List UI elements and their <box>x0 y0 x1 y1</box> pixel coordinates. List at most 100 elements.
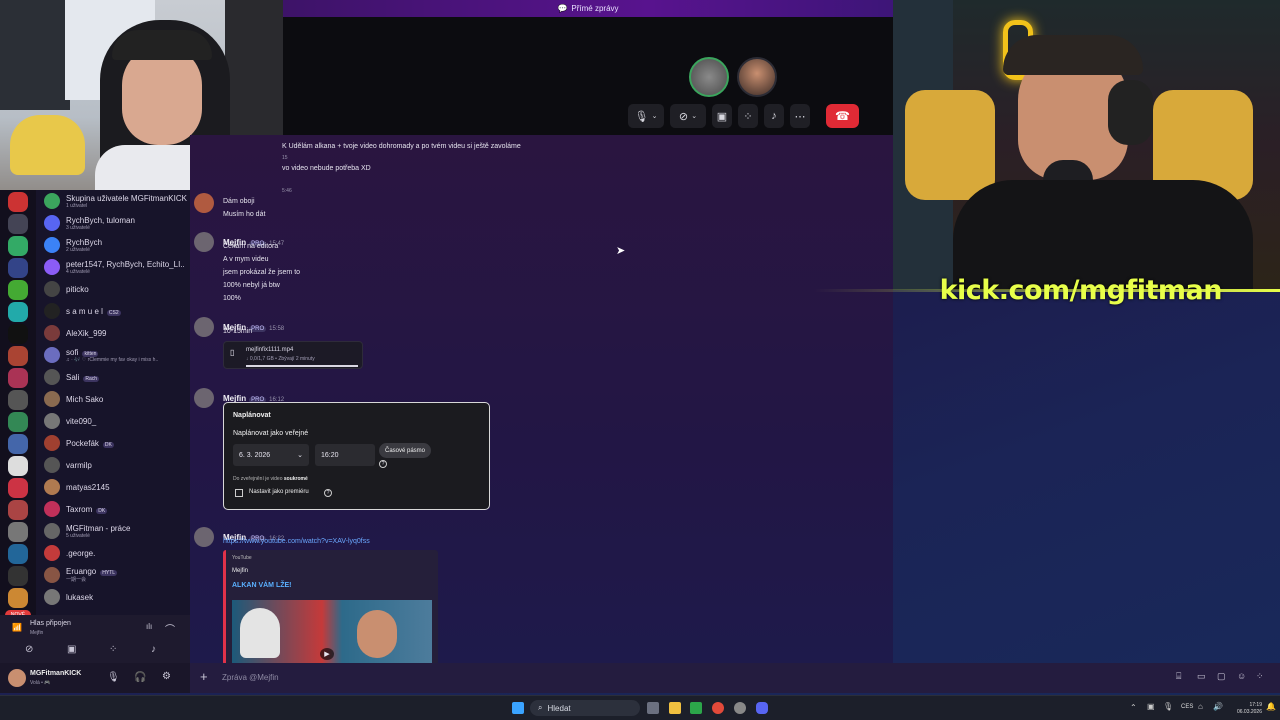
avatar[interactable] <box>194 388 214 408</box>
headphones-icon[interactable]: 🎧 <box>134 672 146 683</box>
dm-item[interactable]: Pockefák DK <box>36 432 190 454</box>
dm-item[interactable]: varmilp <box>36 454 190 476</box>
help-icon[interactable]: ? <box>379 460 387 468</box>
server-icon[interactable] <box>8 412 28 432</box>
dm-item[interactable]: Mich Sako <box>36 388 190 410</box>
dm-item[interactable]: Taxrom DK <box>36 498 190 520</box>
dm-item[interactable]: lukasek <box>36 586 190 608</box>
embed-author[interactable]: Mejfin <box>232 568 248 574</box>
message-input[interactable]: Zpráva @Mejfin <box>222 673 279 682</box>
dm-item[interactable]: s a m u e l CS2 <box>36 300 190 322</box>
network-icon[interactable]: ⌂ <box>1198 702 1203 711</box>
server-icon[interactable] <box>8 258 28 278</box>
voice-status[interactable]: Hlas připojen <box>30 620 71 627</box>
play-icon[interactable]: ▶ <box>320 648 334 660</box>
time-input[interactable]: 16:20 <box>315 444 375 466</box>
tray-mic-icon[interactable]: 🎙 <box>1163 702 1173 711</box>
dm-item[interactable]: piticko <box>36 278 190 300</box>
server-icon[interactable] <box>8 346 28 366</box>
server-icon[interactable] <box>8 368 28 388</box>
server-icon[interactable] <box>8 192 28 212</box>
server-icon[interactable] <box>8 456 28 476</box>
server-icon[interactable] <box>8 324 28 344</box>
avatar[interactable] <box>194 527 214 547</box>
more-button[interactable]: ⋯ <box>790 104 810 128</box>
dm-item[interactable]: Skupina uživatele MGFitmanKICK 1 uživatel <box>36 190 190 212</box>
chrome-icon[interactable] <box>712 702 724 714</box>
gear-icon[interactable]: ⚙ <box>162 671 171 682</box>
tray-chevron-icon[interactable]: ⌃ <box>1130 703 1137 712</box>
gif-icon[interactable]: ▭ <box>1197 671 1206 682</box>
server-icon[interactable] <box>8 214 28 234</box>
camera-icon[interactable]: ⊘ <box>25 644 33 655</box>
notification-icon[interactable]: 🔔 <box>1266 702 1276 711</box>
dm-item[interactable]: .george. <box>36 542 190 564</box>
server-icon[interactable] <box>8 280 28 300</box>
start-icon[interactable] <box>512 702 524 714</box>
server-icon[interactable] <box>8 588 28 608</box>
dm-item[interactable]: sofi kitten ♫ · 🎶 ♡ rClemmie my fav okay i… <box>36 344 190 366</box>
call-avatar-2[interactable] <box>737 57 777 97</box>
dm-item[interactable]: AleXik_999 <box>36 322 190 344</box>
sticker-icon[interactable]: ▢ <box>1217 671 1226 682</box>
language-indicator[interactable]: CES <box>1181 704 1193 710</box>
file-attachment[interactable]: ▯ mejfinfix1111.mp4 ↓ 0,0/1,7 GB • Zbýva… <box>223 341 363 369</box>
premiere-checkbox[interactable] <box>235 489 243 497</box>
emoji-icon[interactable]: ☺ <box>1237 671 1246 681</box>
apps-icon[interactable]: ⁘ <box>1256 671 1264 682</box>
disconnect-icon[interactable]: ⌒ <box>165 621 175 636</box>
server-icon[interactable] <box>8 236 28 256</box>
server-icon[interactable] <box>8 566 28 586</box>
dm-item[interactable]: RychBych 2 uživatelé <box>36 234 190 256</box>
volume-icon[interactable]: 🔊 <box>1213 702 1223 711</box>
camera-button[interactable]: ⊘ ⌄ <box>670 104 706 128</box>
activities-icon[interactable]: ⁘ <box>109 644 117 655</box>
server-icon[interactable] <box>8 522 28 542</box>
call-avatar-1[interactable] <box>689 57 729 97</box>
taskview-icon[interactable] <box>647 702 659 714</box>
gift-icon[interactable]: ⌸ <box>1176 671 1181 682</box>
dm-item[interactable]: peter1547, RychBych, Echito_LI.. 4 uživat… <box>36 256 190 278</box>
server-icon[interactable] <box>8 390 28 410</box>
dm-item[interactable]: MGFitman - práce 5 uživatelé <box>36 520 190 542</box>
server-icon[interactable] <box>8 302 28 322</box>
dm-item[interactable]: Sali Rach <box>36 366 190 388</box>
noise-icon[interactable]: ılı <box>146 622 152 631</box>
avatar[interactable] <box>8 669 26 687</box>
obs-icon[interactable] <box>734 702 746 714</box>
dm-item[interactable]: Eruango HYTL 一期一会 <box>36 564 190 586</box>
clock[interactable]: 17:19 06.03.2026 <box>1228 702 1262 716</box>
timezone-button[interactable]: Časové pásmo <box>379 443 432 458</box>
server-icon[interactable] <box>8 434 28 454</box>
tray-app-icon[interactable]: ▣ <box>1147 702 1155 711</box>
screenshare-button[interactable]: ▣ <box>712 104 732 128</box>
dm-item[interactable]: matyas2145 <box>36 476 190 498</box>
server-icon[interactable] <box>8 478 28 498</box>
video-thumbnail[interactable]: ▶ <box>232 600 432 663</box>
taskbar-search[interactable]: ⌕ Hledat <box>530 700 640 716</box>
help-icon[interactable]: ? <box>324 489 332 497</box>
date-select[interactable]: 6. 3. 2026 ⌄ <box>233 444 309 466</box>
screenshare-icon[interactable]: ▣ <box>67 644 76 655</box>
store-icon[interactable] <box>690 702 702 714</box>
explorer-icon[interactable] <box>669 702 681 714</box>
hangup-button[interactable]: ☎ <box>826 104 859 128</box>
mic-icon[interactable]: 🎙 <box>107 672 120 683</box>
dm-item[interactable]: RychBych, tuloman 3 uživatelé <box>36 212 190 234</box>
discord-icon[interactable] <box>756 702 768 714</box>
avatar[interactable] <box>194 193 214 213</box>
youtube-link[interactable]: https://www.youtube.com/watch?v=XAV-lyq0… <box>223 538 370 545</box>
mic-button[interactable]: 🎙 ⌄ <box>628 104 664 128</box>
soundboard-icon[interactable]: ♪ <box>151 644 156 655</box>
soundboard-button[interactable]: ♪ <box>764 104 784 128</box>
plus-icon[interactable]: + <box>200 669 208 684</box>
user-name[interactable]: MGFitmanKICK <box>30 670 81 677</box>
dm-item[interactable]: vite090_ <box>36 410 190 432</box>
server-icon[interactable] <box>8 500 28 520</box>
embed-title[interactable]: ALKAN VÁM LŽE! <box>232 582 292 589</box>
avatar[interactable] <box>194 232 214 252</box>
voice-channel[interactable]: Mejfin <box>30 630 43 636</box>
activities-button[interactable]: ⁘ <box>738 104 758 128</box>
avatar[interactable] <box>194 317 214 337</box>
server-icon[interactable] <box>8 544 28 564</box>
